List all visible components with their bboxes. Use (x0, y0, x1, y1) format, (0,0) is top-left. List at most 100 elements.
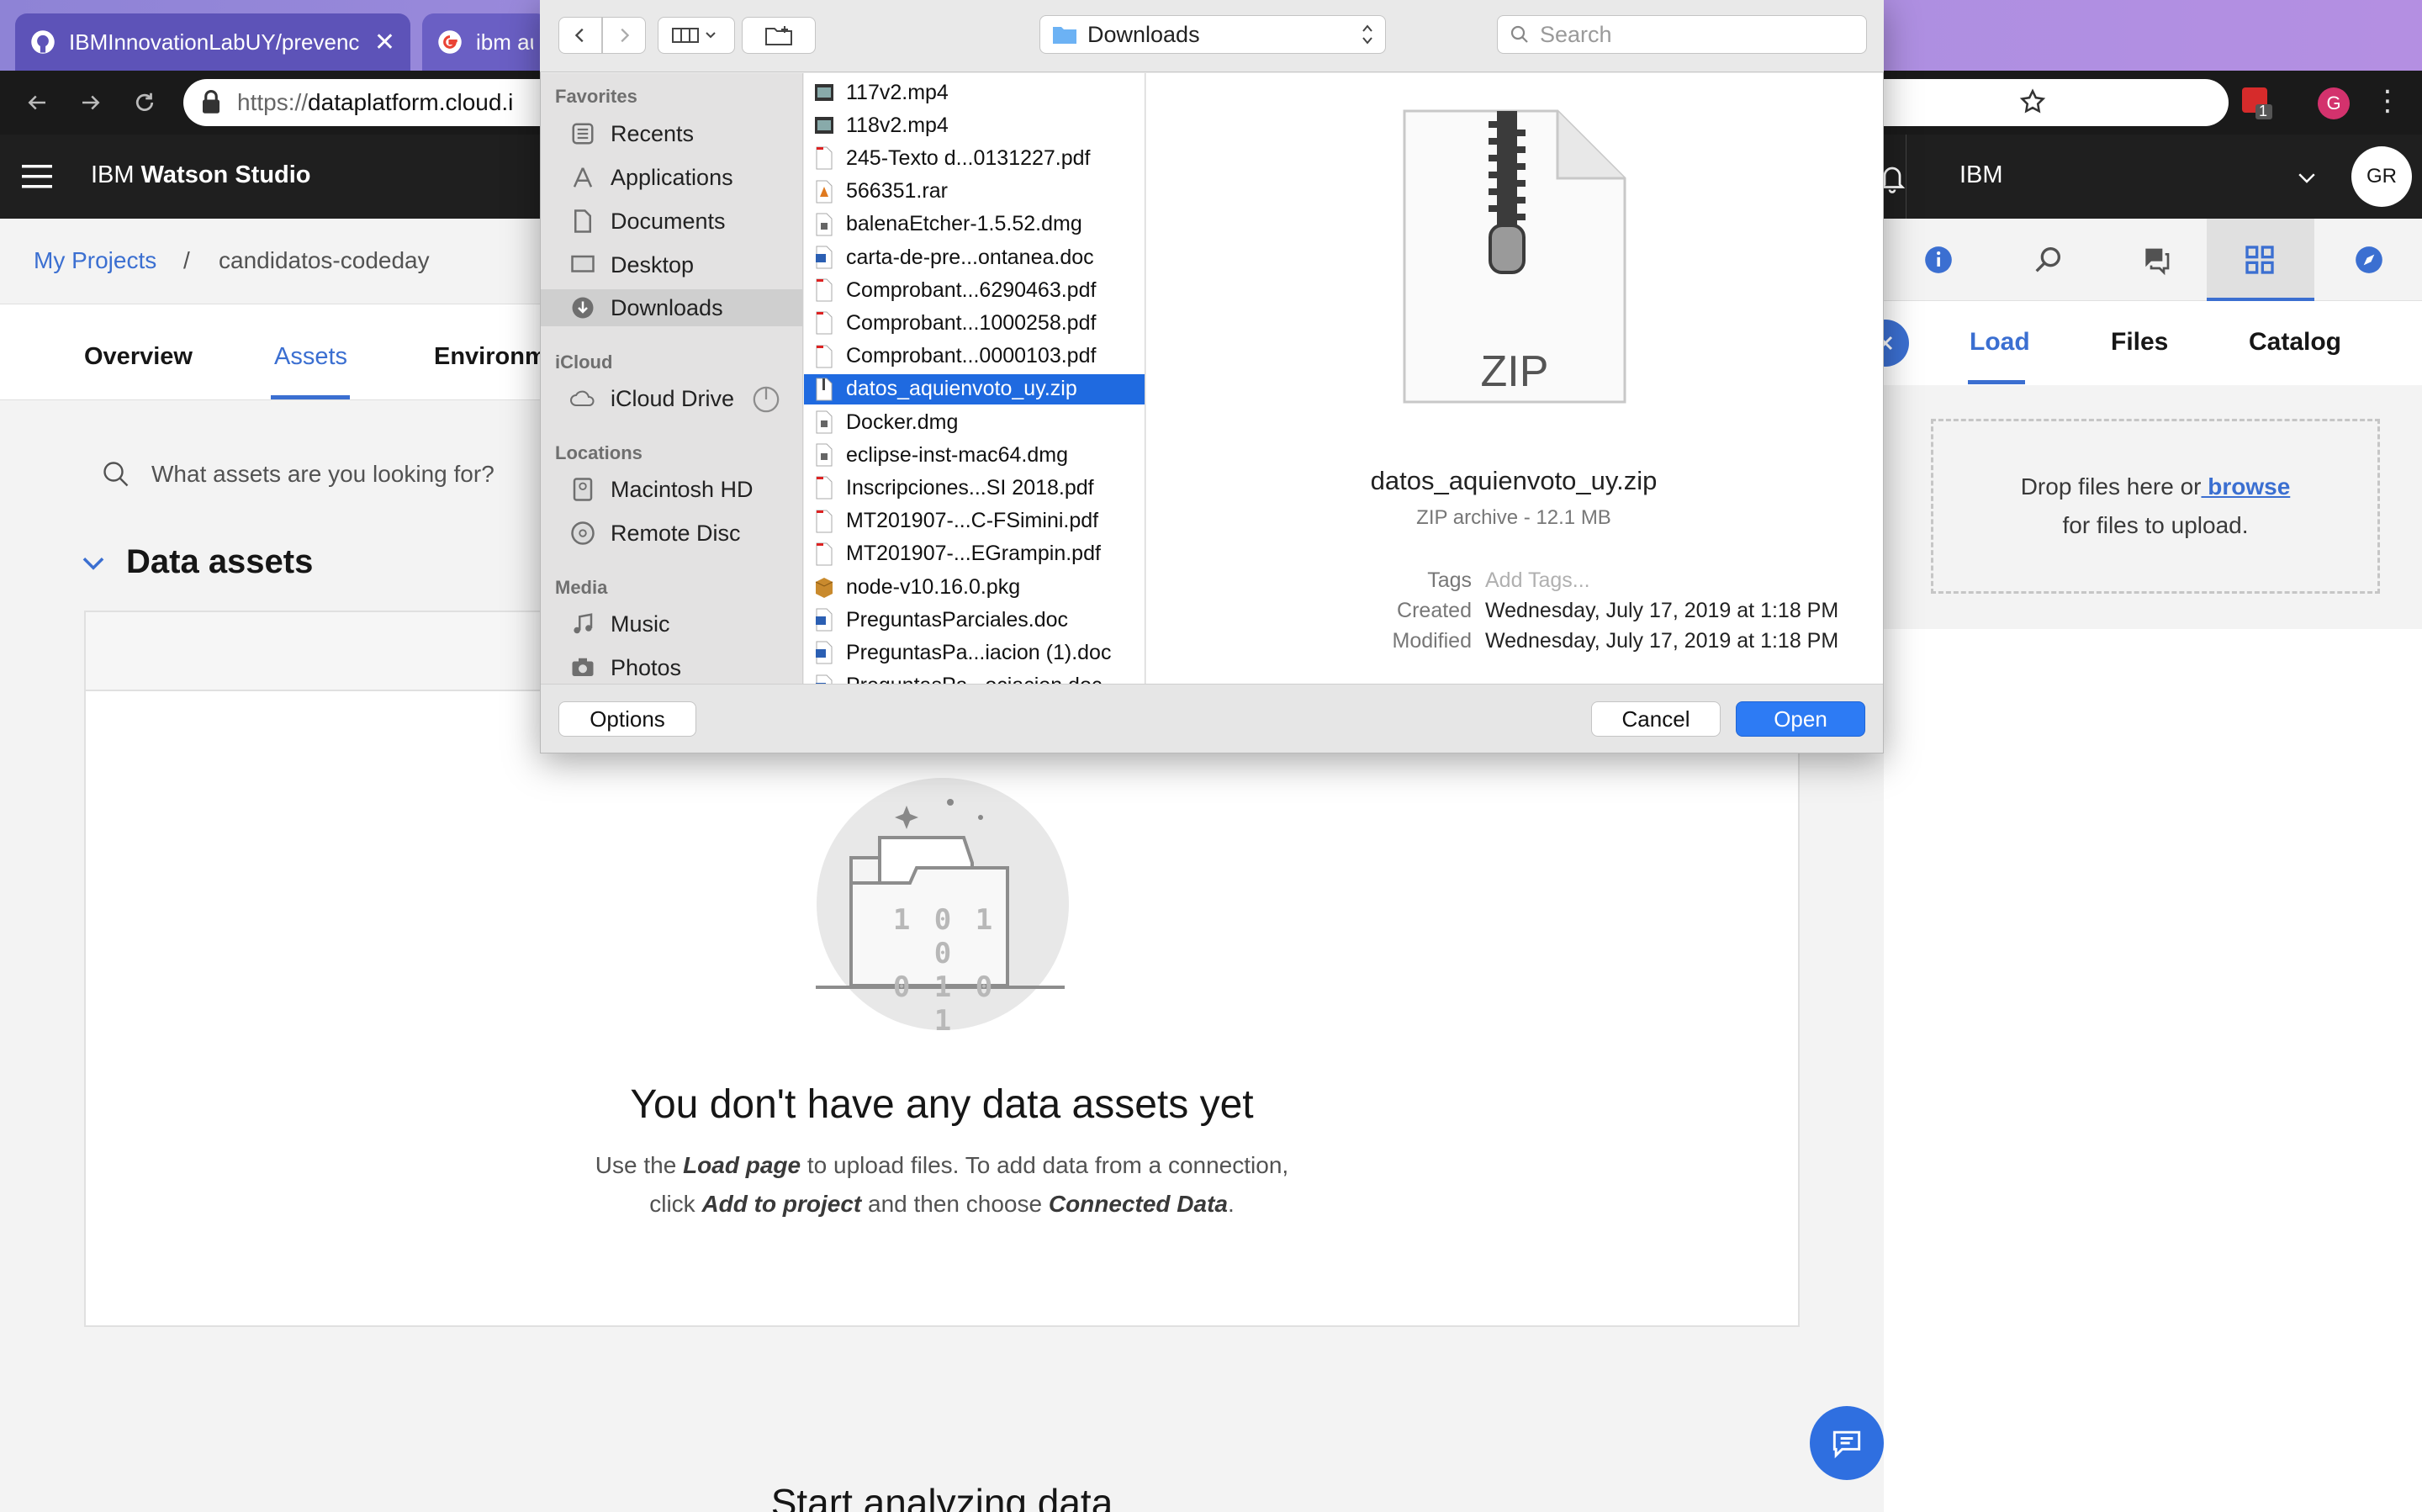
github-icon (30, 29, 56, 55)
sync-progress-icon (752, 385, 780, 414)
file-row[interactable]: Comprobant...6290463.pdf (804, 275, 1145, 305)
sidebar-label: Photos (611, 654, 682, 680)
cancel-button[interactable]: Cancel (1591, 701, 1721, 737)
file-name: Comprobant...6290463.pdf (846, 278, 1097, 302)
sidebar-item-macintosh-hd[interactable]: Macintosh HD (568, 471, 796, 508)
file-row[interactable]: eclipse-inst-mac64.dmg (804, 440, 1145, 470)
file-name: PreguntasParciales.doc (846, 607, 1069, 632)
cloud-icon (568, 384, 597, 413)
word-document-icon (814, 608, 834, 632)
sidebar-item-desktop[interactable]: Desktop (568, 246, 796, 283)
file-row[interactable]: 118v2.mp4 (804, 110, 1145, 140)
file-row[interactable]: node-v10.16.0.pkg (804, 572, 1145, 602)
sidebar-label: Recents (611, 120, 695, 146)
tags-input[interactable]: Add Tags... (1485, 568, 1590, 593)
close-tab-icon[interactable]: ✕ (374, 28, 395, 57)
chevron-down-icon[interactable] (2294, 165, 2319, 190)
pdf-file-icon (814, 146, 834, 170)
disc-icon (568, 519, 597, 547)
sidebar-item-downloads[interactable]: Downloads (541, 289, 802, 326)
tab-overview[interactable]: Overview (84, 343, 193, 371)
sidebar-label: Remote Disc (611, 520, 741, 546)
file-drop-zone[interactable]: Drop files here or browse for files to u… (1931, 419, 2380, 594)
file-row[interactable]: Inscripciones...SI 2018.pdf (804, 473, 1145, 503)
user-avatar[interactable]: GR (2351, 146, 2412, 207)
open-button[interactable]: Open (1736, 701, 1865, 737)
file-row[interactable]: Comprobant...1000258.pdf (804, 308, 1145, 338)
sidebar-item-remote-disc[interactable]: Remote Disc (568, 515, 796, 552)
collapse-chevron-icon[interactable] (77, 547, 109, 579)
asset-search-input[interactable]: What assets are you looking for? (151, 461, 494, 488)
disk-image-icon (814, 410, 834, 434)
file-row[interactable]: Comprobant...0000103.pdf (804, 341, 1145, 372)
drop-text-2: for files to upload. (2062, 512, 2249, 538)
tab-environments[interactable]: Environm (434, 343, 547, 371)
chat-button[interactable] (1810, 1406, 1884, 1480)
sidebar-item-recents[interactable]: Recents (568, 115, 796, 152)
sidebar-item-photos[interactable]: Photos (568, 649, 796, 686)
pdf-file-icon (814, 278, 834, 302)
tab-title: IBMInnovationLabUY/prevencio (69, 29, 361, 55)
tab-catalog[interactable]: Catalog (2249, 328, 2341, 357)
tab-load[interactable]: Load (1970, 328, 2030, 357)
dialog-forward-icon[interactable] (602, 17, 646, 54)
profile-avatar[interactable]: G (2318, 87, 2350, 119)
sidebar-item-music[interactable]: Music (568, 605, 796, 642)
sidebar-section-locations: Locations (555, 442, 643, 463)
bookmark-star-icon[interactable] (2018, 87, 2047, 116)
file-row[interactable]: 566351.rar (804, 177, 1145, 207)
sidebar-item-documents[interactable]: Documents (568, 203, 796, 240)
file-name: Inscripciones...SI 2018.pdf (846, 475, 1094, 500)
file-row[interactable]: carta-de-pre...ontanea.doc (804, 242, 1145, 272)
compass-icon[interactable] (2346, 237, 2392, 283)
pdf-file-icon (814, 542, 834, 566)
dialog-search-field[interactable]: Search (1497, 15, 1867, 54)
file-name: Docker.dmg (846, 410, 959, 434)
forward-icon[interactable] (71, 82, 111, 123)
load-page-link[interactable]: Load page (683, 1152, 801, 1178)
word-document-icon (814, 246, 834, 269)
find-replace-icon[interactable] (2025, 237, 2070, 283)
view-mode-columns-icon[interactable] (658, 17, 735, 54)
active-tab-indicator (1968, 380, 2025, 384)
file-row[interactable]: 117v2.mp4 (804, 77, 1145, 108)
hamburger-menu-icon[interactable] (22, 163, 52, 190)
file-row[interactable]: MT201907-...EGrampin.pdf (804, 539, 1145, 569)
file-row[interactable]: balenaEtcher-1.5.52.dmg (804, 209, 1145, 240)
file-row-selected[interactable]: datos_aquienvoto_uy.zip (804, 373, 1145, 404)
options-button[interactable]: Options (558, 701, 696, 737)
sidebar-label: iCloud Drive (611, 385, 735, 411)
sidebar-section-favorites: Favorites (555, 86, 637, 107)
file-name: carta-de-pre...ontanea.doc (846, 245, 1094, 269)
extension-icon[interactable]: 1 (2240, 84, 2274, 121)
file-row[interactable]: 245-Texto d...0131227.pdf (804, 143, 1145, 173)
chat-bubbles-icon[interactable] (2133, 237, 2178, 283)
breadcrumb-my-projects[interactable]: My Projects (34, 247, 156, 274)
created-label: Created (1397, 599, 1472, 622)
tab-files[interactable]: Files (2111, 328, 2168, 357)
pdf-file-icon (814, 311, 834, 335)
browse-link[interactable]: browse (2201, 473, 2290, 500)
chrome-menu-icon[interactable]: ⋮ (2373, 84, 2402, 118)
file-row[interactable]: MT201907-...C-FSimini.pdf (804, 506, 1145, 537)
back-icon[interactable] (17, 82, 57, 123)
browser-tab-google[interactable]: ibm au (422, 13, 548, 71)
file-row[interactable]: PreguntasPa...iacion (1).doc (804, 637, 1145, 668)
data-grid-icon[interactable] (2237, 237, 2282, 283)
tab-assets[interactable]: Assets (274, 343, 347, 371)
sidebar-item-applications[interactable]: Applications (568, 159, 796, 196)
info-icon[interactable] (1916, 237, 1961, 283)
reload-icon[interactable] (124, 82, 165, 123)
modified-value: Wednesday, July 17, 2019 at 1:18 PM (1485, 629, 1839, 653)
file-row[interactable]: PreguntasParciales.doc (804, 605, 1145, 635)
file-name: PreguntasPa...iacion (1).doc (846, 640, 1112, 664)
browser-tab-github[interactable]: IBMInnovationLabUY/prevencio ✕ (15, 13, 410, 71)
file-row[interactable]: Docker.dmg (804, 407, 1145, 437)
new-folder-icon[interactable] (742, 17, 816, 54)
product-name[interactable]: IBM Watson Studio (91, 161, 311, 189)
location-popup[interactable]: Downloads (1039, 15, 1386, 54)
dialog-back-icon[interactable] (558, 17, 602, 54)
url-host: dataplatform.cloud.i (308, 89, 514, 115)
account-switcher[interactable]: IBM (1959, 161, 2003, 189)
file-name: Comprobant...1000258.pdf (846, 310, 1097, 335)
